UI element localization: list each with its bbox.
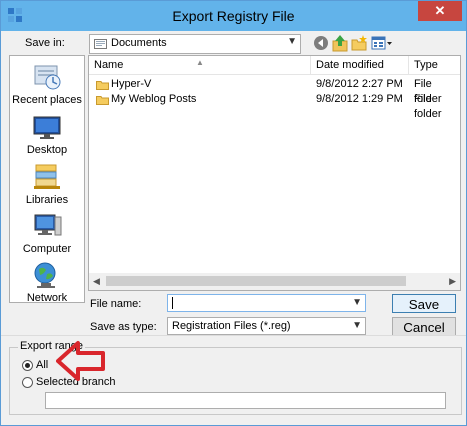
recent-places-icon — [34, 65, 61, 90]
radio-selected-dot — [25, 363, 30, 368]
close-button[interactable]: ✕ — [418, 1, 462, 21]
save-button[interactable]: Save — [392, 294, 456, 313]
radio-all[interactable] — [22, 360, 33, 371]
place-label: Network — [26, 292, 68, 304]
column-header-name[interactable]: Name ▲ — [89, 56, 311, 75]
documents-folder-icon — [94, 39, 107, 49]
network-icon — [34, 262, 56, 288]
computer-icon — [34, 214, 62, 236]
up-folder-icon[interactable] — [332, 34, 348, 52]
radio-all-label[interactable]: All — [36, 359, 48, 371]
title-bar[interactable]: Export Registry File ✕ — [1, 1, 466, 31]
column-header-date-modified[interactable]: Date modified — [311, 56, 409, 75]
save-in-label: Save in: — [25, 37, 65, 49]
file-name: Hyper-V — [111, 78, 152, 90]
place-desktop[interactable]: Desktop — [10, 112, 84, 156]
chevron-down-icon[interactable]: ▼ — [352, 297, 362, 308]
scroll-left-icon[interactable]: ◀ — [93, 276, 100, 287]
new-folder-icon[interactable] — [351, 34, 367, 52]
save-in-dropdown[interactable]: Documents ▼ — [89, 34, 301, 54]
red-arrow-annotation-icon — [56, 341, 105, 381]
text-caret — [172, 297, 173, 309]
window-title: Export Registry File — [172, 8, 295, 24]
export-registry-dialog: Export Registry File ✕ Save in: Document… — [0, 0, 467, 426]
scrollbar-thumb[interactable] — [106, 276, 406, 286]
cancel-button[interactable]: Cancel — [392, 317, 456, 336]
folder-icon — [96, 81, 109, 90]
radio-selected-branch[interactable] — [22, 377, 33, 388]
branch-path-input[interactable] — [45, 392, 446, 409]
file-type: File folder — [414, 93, 442, 120]
desktop-icon — [33, 116, 61, 139]
place-label: Libraries — [25, 194, 69, 206]
libraries-icon — [34, 164, 60, 189]
column-header-type[interactable]: Type — [409, 56, 460, 75]
view-menu-icon[interactable] — [371, 34, 393, 52]
file-name: My Weblog Posts — [111, 93, 197, 105]
save-in-value: Documents — [111, 37, 167, 49]
file-list[interactable]: Name ▲ Date modified Type Hyper-V 9/8/20… — [88, 55, 461, 291]
place-label: Computer — [22, 243, 72, 255]
close-icon: ✕ — [434, 3, 446, 18]
back-icon[interactable] — [313, 34, 329, 52]
divider — [1, 335, 466, 336]
folder-icon — [96, 96, 109, 105]
save-as-type-select[interactable]: Registration Files (*.reg) ▼ — [167, 317, 366, 335]
place-recent-places[interactable]: Recent places — [10, 62, 84, 106]
chevron-down-icon: ▼ — [352, 320, 362, 331]
place-network[interactable]: Network — [10, 260, 84, 304]
place-label: Recent places — [12, 94, 82, 106]
file-name-label: File name: — [90, 298, 142, 310]
chevron-down-icon: ▼ — [287, 36, 297, 47]
horizontal-scrollbar[interactable]: ◀ ▶ — [89, 273, 460, 290]
place-computer[interactable]: Computer — [10, 211, 84, 255]
save-as-type-label: Save as type: — [90, 321, 157, 333]
scroll-right-icon[interactable]: ▶ — [449, 276, 456, 287]
file-name-input[interactable]: ▼ — [167, 294, 366, 312]
file-date: 9/8/2012 2:27 PM — [316, 78, 403, 90]
sort-ascending-icon: ▲ — [196, 58, 204, 67]
place-libraries[interactable]: Libraries — [10, 162, 84, 206]
file-date: 9/8/2012 1:29 PM — [316, 93, 403, 105]
file-row[interactable]: Hyper-V 9/8/2012 2:27 PM File folder — [89, 77, 460, 105]
places-bar: Recent places Desktop Libraries Computer… — [9, 55, 85, 304]
save-as-type-value: Registration Files (*.reg) — [172, 320, 291, 332]
file-row[interactable]: My Weblog Posts 9/8/2012 1:29 PM File fo… — [89, 92, 460, 120]
place-label: Desktop — [26, 144, 68, 156]
